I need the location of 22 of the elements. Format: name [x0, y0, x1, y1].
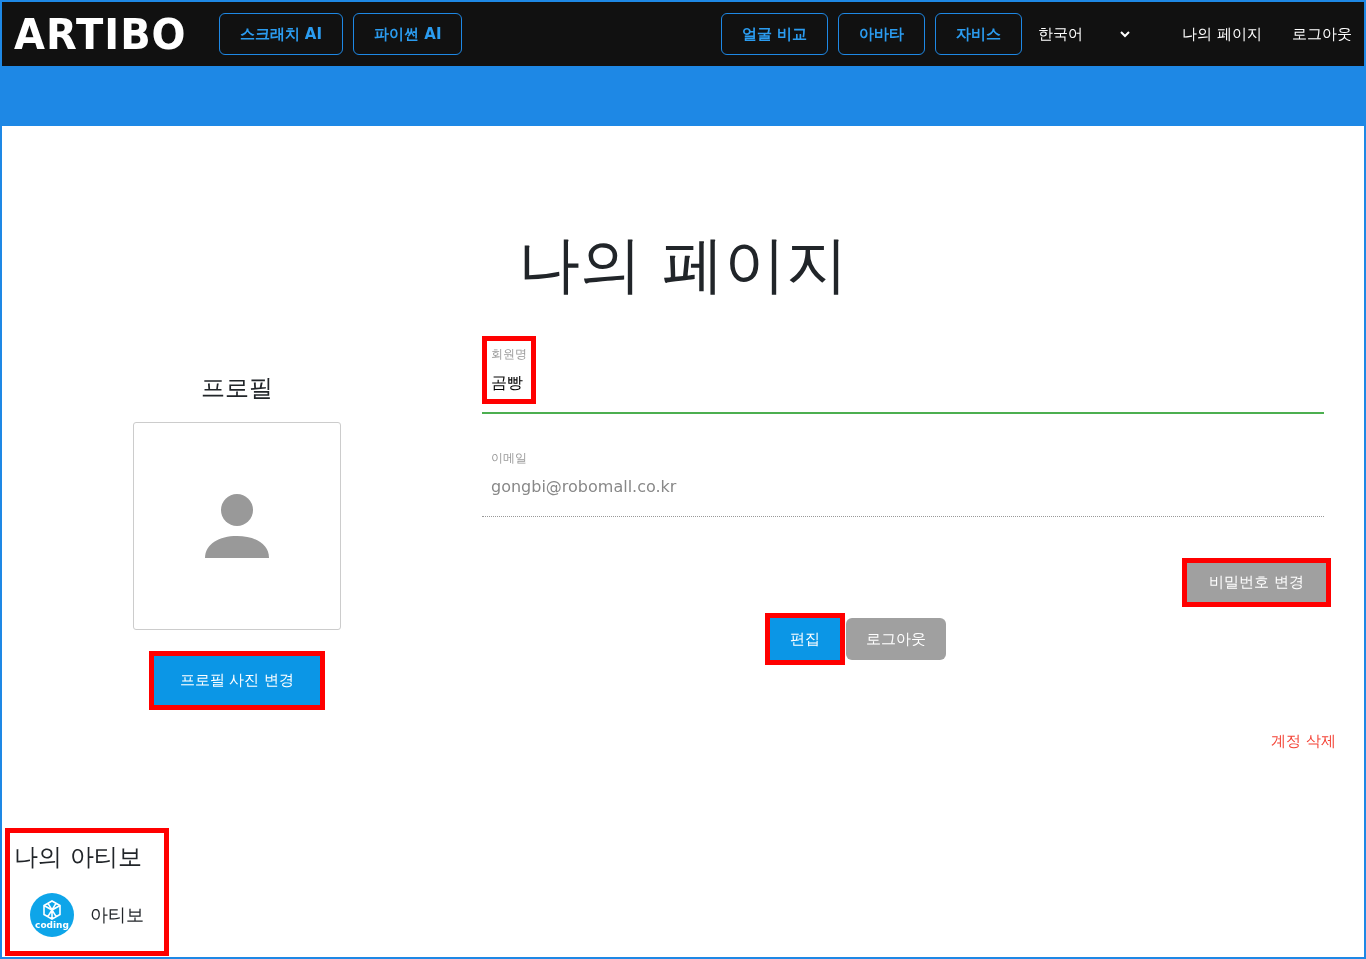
nav-button[interactable]: 파이썬 AI — [353, 13, 463, 55]
delete-account-link[interactable]: 계정 삭제 — [1271, 730, 1336, 753]
form-field[interactable]: 이메일 gongbi@robomall.co.kr — [482, 440, 1324, 517]
field-label: 회원명 — [491, 346, 527, 363]
nav-button[interactable]: 아바타 — [838, 13, 926, 55]
field-value: 곰빵 — [491, 372, 524, 394]
logo[interactable]: ARTIBO — [14, 13, 187, 55]
chevron-down-icon — [1120, 30, 1131, 38]
nav-link[interactable]: 나의 페이지 — [1182, 22, 1262, 46]
page-title: 나의 페이지 — [517, 234, 849, 296]
nav-link[interactable]: 로그아웃 — [1292, 22, 1352, 46]
app-name[interactable]: 아티보 — [90, 901, 144, 928]
nav-button[interactable]: 자비스 — [935, 13, 1023, 55]
section-heading: 프로필 — [201, 373, 273, 404]
nav-button[interactable]: 얼굴 비교 — [721, 13, 829, 55]
user-silhouette-icon — [205, 494, 269, 558]
form-field[interactable]: 회원명 곰빵 — [482, 336, 1324, 414]
nav-button[interactable]: 스크래치 AI — [218, 13, 344, 55]
section-heading: 나의 아티보 — [14, 841, 143, 873]
language-select[interactable]: 한국어 — [1034, 22, 1135, 46]
field-value: gongbi@robomall.co.kr — [491, 476, 677, 498]
field-label: 이메일 — [491, 450, 528, 467]
